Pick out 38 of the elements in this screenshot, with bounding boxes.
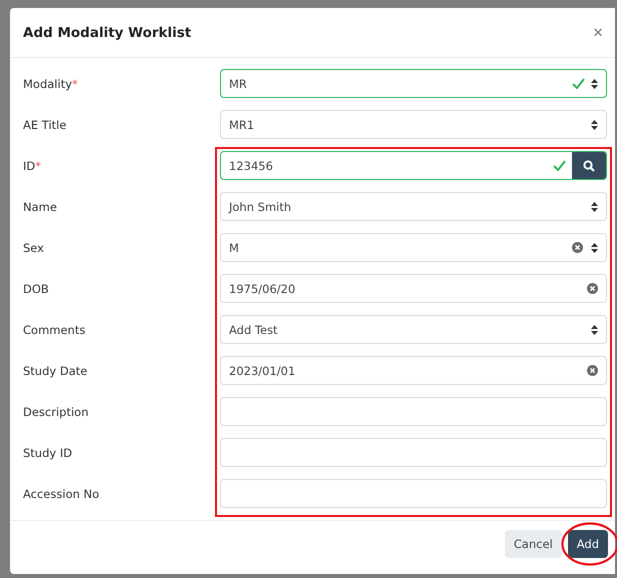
field-label: Modality* xyxy=(23,76,78,90)
input-field[interactable] xyxy=(220,438,607,467)
sort-icon[interactable] xyxy=(591,120,598,130)
input-field[interactable]: 123456 xyxy=(220,151,607,180)
sort-icon[interactable] xyxy=(591,324,598,334)
field-label: Sex xyxy=(23,240,44,254)
cancel-button[interactable]: Cancel xyxy=(504,530,562,558)
search-button[interactable] xyxy=(572,152,606,179)
select-field[interactable]: Add Test xyxy=(220,315,607,344)
field-label: Comments xyxy=(23,322,86,336)
field-label: Description xyxy=(23,404,88,418)
check-icon xyxy=(553,160,566,171)
select-field[interactable]: MR1 xyxy=(220,110,607,139)
close-button[interactable]: × xyxy=(591,22,605,42)
add-button[interactable]: Add xyxy=(568,530,608,558)
select-field[interactable]: John Smith xyxy=(220,192,607,221)
field-label: Accession No xyxy=(23,486,100,500)
sort-icon[interactable] xyxy=(591,78,598,88)
field-label: DOB xyxy=(23,282,49,296)
select-field[interactable]: MR xyxy=(220,69,607,98)
dialog-title: Add Modality Worklist xyxy=(23,24,192,40)
select-field[interactable]: M xyxy=(220,233,607,262)
field-label: AE Title xyxy=(23,118,66,132)
input-field[interactable]: 2023/01/01 xyxy=(220,356,607,385)
clear-icon[interactable] xyxy=(572,242,583,253)
field-label: Name xyxy=(23,200,57,214)
input-field[interactable] xyxy=(220,397,607,426)
field-label: Study ID xyxy=(23,446,72,460)
input-field[interactable] xyxy=(220,479,607,508)
clear-icon[interactable] xyxy=(587,365,598,376)
check-icon xyxy=(572,78,585,89)
clear-icon[interactable] xyxy=(587,283,598,294)
input-field[interactable]: 1975/06/20 xyxy=(220,274,607,303)
field-label: Study Date xyxy=(23,364,88,378)
sort-icon[interactable] xyxy=(591,242,598,252)
sort-icon[interactable] xyxy=(591,202,598,212)
field-label: ID* xyxy=(23,158,41,172)
search-icon xyxy=(583,160,595,172)
